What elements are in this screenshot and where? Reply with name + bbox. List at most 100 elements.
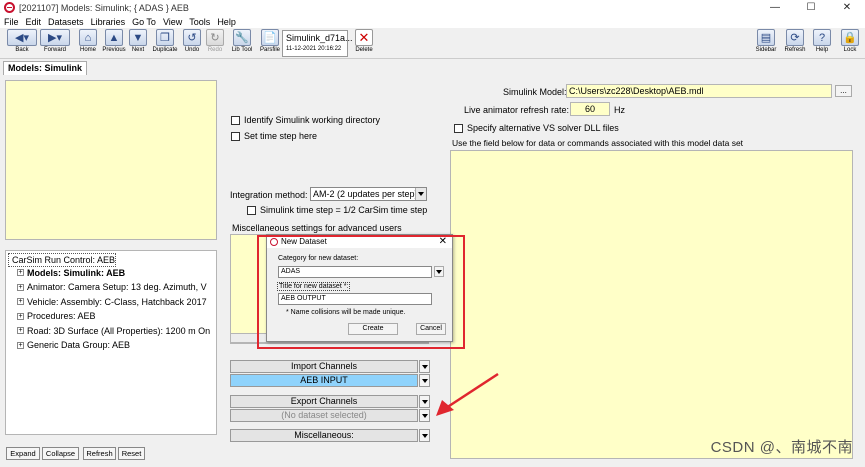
expand-icon[interactable]: +	[17, 298, 24, 306]
expand-icon[interactable]: +	[17, 283, 24, 291]
refresh-toolbar-button[interactable]: ⟳ Refresh	[781, 29, 809, 58]
miscellaneous-dropdown[interactable]	[419, 429, 430, 442]
home-icon: ⌂	[79, 29, 97, 46]
tree-item[interactable]: + Generic Data Group: AEB	[6, 338, 216, 353]
expand-icon[interactable]: +	[17, 341, 24, 349]
browse-button[interactable]: ...	[835, 85, 852, 97]
expand-icon[interactable]: +	[17, 312, 24, 320]
sim-time-step-checkbox[interactable]	[247, 205, 256, 215]
menu-bar: File Edit Datasets Libraries Go To View …	[0, 15, 865, 28]
watermark: CSDN @、南城不南	[710, 439, 853, 456]
category-label: Category for new dataset:	[278, 255, 359, 262]
expand-icon[interactable]: +	[17, 327, 24, 335]
window-title: [2021107] Models: Simulink; { ADAS } AEB	[19, 2, 189, 13]
export-channels-dropdown[interactable]	[419, 395, 430, 408]
menu-goto[interactable]: Go To	[132, 17, 156, 27]
import-channels-dropdown[interactable]	[419, 360, 430, 373]
arrow-up-icon: ▲	[105, 29, 123, 46]
data-field-label: Use the field below for data or commands…	[452, 138, 744, 148]
forward-button[interactable]: ▶▾ Forward	[39, 29, 71, 58]
home-button[interactable]: ⌂ Home	[74, 29, 102, 58]
help-button[interactable]: ? Help	[808, 29, 836, 58]
new-dataset-dialog: New Dataset ✕ Category for new dataset: …	[266, 234, 453, 342]
dataset-title-input[interactable]: AEB OUTPUT	[278, 293, 432, 305]
lock-button[interactable]: 🔒 Lock	[836, 29, 864, 58]
import-dataset-link[interactable]: AEB INPUT	[230, 374, 418, 387]
expand-icon[interactable]: +	[17, 269, 24, 277]
category-input[interactable]: ADAS	[278, 266, 432, 278]
dialog-title-bar: New Dataset ✕	[267, 235, 452, 248]
reset-button[interactable]: Reset	[118, 447, 145, 460]
help-icon: ?	[813, 29, 831, 46]
dataset-name: Simulink_d71a...	[286, 33, 353, 43]
tree-item[interactable]: + Models: Simulink: AEB	[6, 266, 216, 281]
alt-solver-checkbox[interactable]	[454, 123, 463, 133]
import-channels-button[interactable]: Import Channels	[230, 360, 418, 373]
collapse-button[interactable]: Collapse	[42, 447, 79, 460]
back-button[interactable]: ◀▾ Back	[6, 29, 38, 58]
duplicate-icon: ❐	[156, 29, 174, 46]
notes-area[interactable]	[5, 80, 217, 240]
set-time-step-option[interactable]: Set time step here	[231, 131, 317, 141]
integration-method-select[interactable]: AM-2 (2 updates per step)	[310, 187, 427, 201]
carsim-logo-icon	[4, 2, 15, 13]
lib-tool-button[interactable]: 🔧 Lib Tool	[228, 29, 256, 58]
tree-item[interactable]: + Animator: Camera Setup: 13 deg. Azimuth…	[6, 280, 216, 295]
vertical-scrollbar[interactable]	[856, 150, 864, 459]
dialog-close-button[interactable]: ✕	[439, 235, 447, 248]
menu-datasets[interactable]: Datasets	[48, 17, 84, 27]
sim-time-step-option[interactable]: Simulink time step = 1/2 CarSim time ste…	[247, 205, 427, 215]
import-dataset-dropdown[interactable]	[419, 374, 430, 387]
export-dataset-dropdown[interactable]	[419, 409, 430, 422]
undo-icon: ↺	[183, 29, 201, 46]
redo-button[interactable]: ↻ Redo	[201, 29, 229, 58]
miscellaneous-button[interactable]: Miscellaneous:	[230, 429, 418, 442]
delete-icon: ✕	[355, 29, 373, 46]
wrench-icon: 🔧	[233, 29, 251, 46]
create-button[interactable]: Create	[348, 323, 398, 335]
data-commands-area[interactable]	[450, 150, 853, 459]
carsim-logo-icon	[270, 237, 278, 246]
set-time-step-checkbox[interactable]	[231, 131, 240, 141]
category-dropdown[interactable]	[434, 266, 444, 277]
cancel-button[interactable]: Cancel	[416, 323, 446, 335]
annotation-arrow-icon	[436, 372, 499, 416]
export-dataset-link[interactable]: (No dataset selected)	[230, 409, 418, 422]
dataset-info[interactable]: Simulink_d71a... 11-12-2021 20:16:22	[282, 30, 353, 57]
expand-button[interactable]: Expand	[6, 447, 40, 460]
title-bar: [2021107] Models: Simulink; { ADAS } AEB…	[0, 0, 865, 15]
sidebar-button[interactable]: ▤ Sidebar	[752, 29, 780, 58]
tree-item[interactable]: + Vehicle: Assembly: C-Class, Hatchback 2…	[6, 295, 216, 310]
menu-help[interactable]: Help	[217, 17, 236, 27]
misc-settings-label: Miscellaneous settings for advanced user…	[232, 223, 402, 233]
menu-edit[interactable]: Edit	[26, 17, 42, 27]
toolbar: ◀▾ Back ▶▾ Forward ⌂ Home ▲ Previous ▼ N…	[0, 28, 865, 59]
minimize-button[interactable]: —	[757, 0, 793, 15]
menu-tools[interactable]: Tools	[189, 17, 210, 27]
refresh-icon: ⟳	[786, 29, 804, 46]
maximize-button[interactable]: ☐	[793, 0, 829, 15]
delete-button[interactable]: ✕ Delete	[350, 29, 378, 58]
refresh-tree-button[interactable]: Refresh	[83, 447, 116, 460]
identify-wd-checkbox[interactable]	[231, 115, 240, 125]
close-button[interactable]: ✕	[829, 0, 865, 15]
menu-libraries[interactable]: Libraries	[91, 17, 126, 27]
refresh-rate-unit: Hz	[614, 105, 625, 115]
tab-models-simulink[interactable]: Models: Simulink	[3, 61, 88, 75]
simulink-model-label: Simulink Model:	[503, 87, 567, 97]
menu-file[interactable]: File	[4, 17, 19, 27]
identify-wd-option[interactable]: Identify Simulink working directory	[231, 115, 380, 125]
lock-icon: 🔒	[841, 29, 859, 46]
dialog-title: New Dataset	[281, 237, 327, 246]
tree-item[interactable]: + Procedures: AEB	[6, 309, 216, 324]
next-button[interactable]: ▼ Next	[124, 29, 152, 58]
export-channels-button[interactable]: Export Channels	[230, 395, 418, 408]
menu-view[interactable]: View	[163, 17, 182, 27]
duplicate-button[interactable]: ❐ Duplicate	[151, 29, 179, 58]
parsfile-button[interactable]: 📄 Parsfile	[256, 29, 284, 58]
simulink-model-field[interactable]: C:\Users\zc228\Desktop\AEB.mdl	[566, 84, 832, 98]
refresh-rate-field[interactable]: 60	[570, 102, 610, 116]
run-control-tree: CarSim Run Control: AEB + Models: Simulin…	[5, 250, 217, 435]
tree-item[interactable]: + Road: 3D Surface (All Properties): 1200…	[6, 324, 216, 339]
alt-solver-option[interactable]: Specify alternative VS solver DLL files	[454, 123, 619, 133]
